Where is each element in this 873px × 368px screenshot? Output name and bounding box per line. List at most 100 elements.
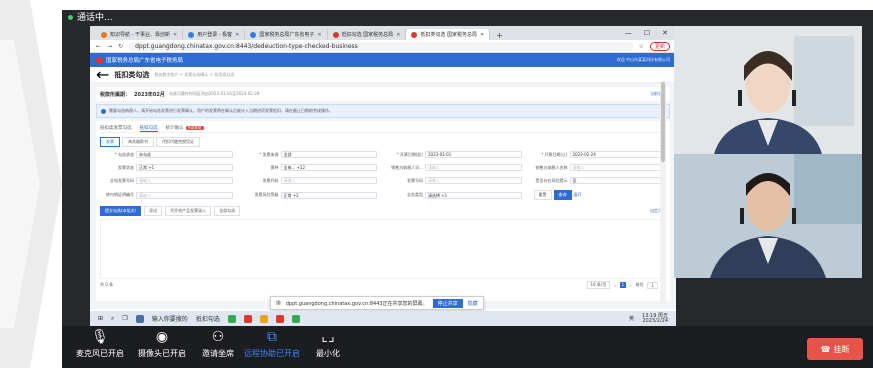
reset-button[interactable]: 重置 bbox=[533, 190, 552, 200]
browser-tab[interactable]: 国家税务总局广东省电子 ✕ bbox=[245, 29, 328, 40]
invoice-no-input[interactable]: 请输入 bbox=[425, 177, 522, 184]
seller-name-input[interactable]: 请输入 bbox=[569, 164, 666, 171]
field-label: 全电发票号码 bbox=[110, 177, 134, 183]
left-decoration bbox=[0, 0, 62, 368]
site-name: 国家税务总局广东省电子税务局 bbox=[106, 58, 184, 64]
notice-text: 需要勾选纳税人，请开始勾选发票进行发票确认，用户的发票将在确认后被计入当期进项发… bbox=[109, 108, 333, 113]
next-page-icon[interactable]: › bbox=[630, 283, 632, 288]
remote-assist-icon: ⧉ bbox=[267, 329, 277, 345]
tab-deduction-check[interactable]: 抵扣勾选 bbox=[139, 125, 158, 132]
windows-start-icon[interactable]: ⊞ bbox=[98, 315, 103, 322]
tab-deduction-select[interactable]: 抵扣类发票勾选 bbox=[100, 125, 132, 131]
invoice-code-input[interactable]: 请输入 bbox=[280, 177, 377, 184]
close-icon[interactable]: ✕ bbox=[480, 32, 484, 38]
close-window-icon[interactable]: ✕ bbox=[662, 29, 668, 37]
app-icon[interactable] bbox=[291, 314, 300, 323]
period-note: 勾选可操作时间区间自2023-01-01至2023-02-28 bbox=[168, 91, 260, 96]
camera-icon: ◉ bbox=[155, 329, 169, 345]
page-size-select[interactable]: 10 条/页 bbox=[586, 281, 611, 289]
close-icon[interactable]: ✕ bbox=[317, 32, 321, 38]
minimize-window-icon[interactable]: — bbox=[625, 29, 632, 37]
hangup-button[interactable]: ☎ 挂断 bbox=[807, 338, 863, 360]
browser-tab-active[interactable]: 抵扣类勾选 国家税务总局 ✕ bbox=[406, 29, 491, 40]
prev-page-icon[interactable]: ‹ bbox=[614, 283, 616, 288]
einvoice-no-input[interactable]: 请输入 bbox=[136, 177, 233, 184]
url-input[interactable]: dppt.guangdong.chinatax.gov.cn:8443/dede… bbox=[129, 41, 633, 51]
browser-tab[interactable]: 知识导航 - 干事业、靠创新 ✕ bbox=[96, 29, 184, 40]
close-icon[interactable]: ✕ bbox=[235, 32, 239, 38]
favicon-icon bbox=[411, 31, 418, 38]
select-invoice-status[interactable]: 正常 +1 bbox=[136, 164, 233, 171]
select-business-type[interactable]: 请选择 +1 bbox=[425, 191, 522, 199]
taskbar-search-box[interactable]: 输入你要搜的 bbox=[152, 314, 188, 323]
bookmark-star-icon[interactable]: ☆ bbox=[639, 43, 644, 50]
chrome-icon[interactable] bbox=[243, 314, 252, 323]
mic-toggle-button[interactable]: 🎙 麦克风已开启 bbox=[70, 326, 130, 359]
forward-icon[interactable]: → bbox=[107, 43, 112, 50]
export-button[interactable]: 导出 bbox=[144, 206, 163, 216]
update-button[interactable]: 更新 bbox=[649, 41, 670, 51]
transfer-cert-input[interactable]: 请输入 bbox=[136, 191, 233, 199]
expand-link[interactable]: 展开 bbox=[574, 192, 582, 198]
app-icon[interactable] bbox=[275, 314, 284, 323]
invite-agent-button[interactable]: ⚇ 邀请坐席 bbox=[188, 326, 248, 359]
action-buttons: 提交勾选(本批次) 导出 代开农产品发票录入 全部勾选 自定义列 bbox=[100, 206, 666, 216]
close-icon[interactable]: ✕ bbox=[396, 32, 400, 38]
browser-tab[interactable]: 抵扣勾选 国家税务总局 ✕ bbox=[328, 29, 407, 40]
remote-assist-button[interactable]: ⧉ 远程协助已开启 bbox=[242, 326, 302, 359]
app-icon[interactable] bbox=[259, 314, 268, 323]
hide-share-button[interactable]: 隐藏 bbox=[468, 300, 478, 307]
search-button[interactable]: 查询 bbox=[553, 190, 572, 200]
close-icon[interactable]: ✕ bbox=[173, 32, 177, 38]
search-icon[interactable]: ⌕ bbox=[111, 315, 114, 323]
filter-business-type: 业务类型 请选择 +1 bbox=[389, 190, 522, 200]
page-title: 抵扣类勾选 bbox=[114, 70, 150, 79]
maximize-window-icon[interactable]: ☐ bbox=[644, 29, 650, 37]
submit-check-button[interactable]: 提交勾选(本批次) bbox=[100, 206, 142, 216]
tab-invoice[interactable]: 发票 bbox=[100, 137, 120, 147]
app-icon[interactable] bbox=[135, 314, 144, 323]
tab-statistics[interactable]: 统计确认 有新数据 bbox=[166, 125, 204, 131]
goto-page-input[interactable]: 1 bbox=[647, 281, 658, 289]
scrollbar-thumb[interactable] bbox=[661, 82, 665, 162]
agri-invoice-button[interactable]: 代开农产品发票录入 bbox=[165, 206, 212, 216]
favicon-icon bbox=[188, 31, 195, 38]
browser-tab[interactable]: 用户登录 - 极客 ✕ bbox=[183, 29, 246, 40]
ime-indicator[interactable]: 英 bbox=[629, 315, 634, 322]
browser-tab-strip: 知识导航 - 干事业、靠创新 ✕ 用户登录 - 极客 ✕ 国家税务总局广东省电子 ✕ … bbox=[90, 26, 676, 40]
reload-icon[interactable]: ↻ bbox=[118, 43, 123, 50]
app-icon[interactable] bbox=[227, 314, 236, 323]
call-status-bar: 通话中... bbox=[62, 10, 873, 26]
field-label: 发票代码 bbox=[262, 177, 279, 183]
minimize-button[interactable]: ⌞⌟ 最小化 bbox=[298, 326, 358, 359]
page-back-icon[interactable]: ← bbox=[96, 65, 109, 84]
select-risk-hint[interactable]: 否 bbox=[569, 177, 666, 184]
task-view-icon[interactable]: ❐ bbox=[122, 315, 127, 322]
field-label: * 发票来源 bbox=[259, 151, 279, 157]
page-number[interactable]: 1 bbox=[619, 282, 626, 288]
breadcrumb: 税务数字账户 > 发票勾选确认 > 抵扣类勾选 bbox=[154, 71, 235, 77]
notice-banner: 需要勾选纳税人，请开始勾选发票进行发票确认，用户的发票将在确认后被计入当期进项发… bbox=[96, 104, 670, 118]
windows-taskbar: ⊞ ⌕ ❐ 输入你要搜的 抵扣勾选 英 13:19 周五 2023/2/24 bbox=[90, 311, 676, 326]
date-end-input[interactable]: 2023-02-24 bbox=[569, 151, 666, 158]
new-badge: 有新数据 bbox=[185, 126, 204, 130]
stop-share-button[interactable]: 停止共享 bbox=[432, 298, 463, 308]
select-invoice-kind[interactable]: 全电... +12 bbox=[280, 164, 377, 171]
select-invoice-source[interactable]: 全部 bbox=[280, 151, 377, 158]
page-scrollbar[interactable] bbox=[660, 81, 666, 306]
seller-id-input[interactable]: 请输入 bbox=[425, 164, 522, 171]
back-icon[interactable]: ← bbox=[96, 43, 101, 50]
taskbar-app[interactable]: 抵扣勾选 bbox=[196, 314, 220, 323]
select-all-button[interactable]: 全部勾选 bbox=[214, 206, 241, 216]
hangup-label: 挂断 bbox=[833, 344, 850, 354]
tab-withholding[interactable]: 代扣代缴完税凭证 bbox=[156, 137, 200, 147]
select-risk-level[interactable]: 正常 +2 bbox=[280, 191, 377, 199]
filter-risk-level: 发票风险等级 正常 +2 bbox=[245, 190, 377, 200]
select-check-status[interactable]: 未勾选 bbox=[136, 151, 233, 158]
share-text: dppt.guangdong.chinatax.gov.cn:8443正在共享您… bbox=[285, 300, 428, 307]
tab-customs[interactable]: 海关缴款书 bbox=[122, 137, 154, 147]
shared-screen: 知识导航 - 干事业、靠创新 ✕ 用户登录 - 极客 ✕ 国家税务总局广东省电子 ✕ … bbox=[90, 26, 676, 326]
date-start-input[interactable]: 2023-02-01 bbox=[425, 151, 522, 158]
new-tab-button[interactable]: + bbox=[490, 31, 509, 40]
camera-toggle-button[interactable]: ◉ 摄像头已开启 bbox=[132, 326, 192, 359]
